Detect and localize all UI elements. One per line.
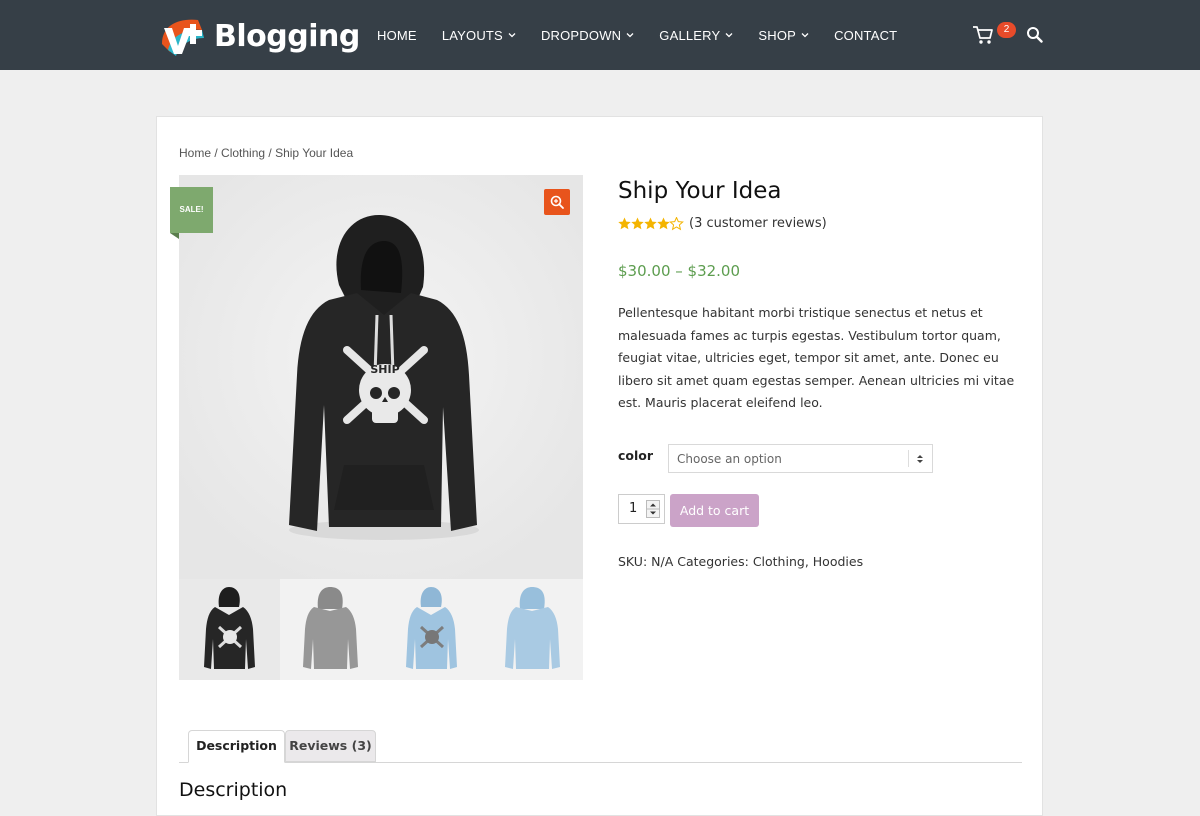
quantity-value[interactable]: 1 [629, 501, 637, 516]
sale-badge-fold [170, 233, 179, 239]
thumbnail-black-front[interactable] [179, 579, 280, 680]
nav-home-label: HOME [377, 27, 417, 43]
color-select-value: Choose an option [677, 452, 782, 466]
site-logo[interactable]: Blogging [158, 14, 360, 58]
hoodie-thumb-image [303, 587, 358, 669]
nav-shop-label: SHOP [758, 27, 797, 43]
spinner-arrows-icon[interactable] [646, 500, 660, 518]
breadcrumb-separator: / [265, 146, 276, 160]
hoodie-thumb-image [406, 587, 457, 669]
nav-dropdown-label: DROPDOWN [540, 27, 622, 43]
nav-gallery[interactable]: GALLERY [659, 28, 733, 43]
nav-contact[interactable]: CONTACT [834, 28, 897, 43]
cart-count-badge: 2 [997, 22, 1016, 38]
hoodie-thumb-image [204, 587, 255, 669]
cart-icon[interactable] [972, 24, 994, 46]
tab-description[interactable]: Description [188, 730, 285, 763]
nav-dropdown[interactable]: DROPDOWN [541, 28, 634, 43]
product-title: Ship Your Idea [618, 178, 782, 204]
product-rating: (3 customer reviews) [618, 216, 827, 231]
category-link-clothing[interactable]: Clothing [753, 554, 805, 569]
zoom-icon [550, 195, 564, 209]
main-nav: HOME LAYOUTS DROPDOWN GALLERY SHOP CONTA… [377, 0, 922, 70]
thumbnail-strip [179, 579, 583, 680]
category-link-hoodies[interactable]: Hoodies [813, 554, 863, 569]
quantity-stepper[interactable]: 1 [618, 494, 665, 524]
categories-label: Categories: [673, 554, 753, 569]
nav-home[interactable]: HOME [377, 28, 417, 43]
product-short-description: Pellentesque habitant morbi tristique se… [618, 305, 1015, 411]
tab-reviews[interactable]: Reviews (3) [285, 730, 376, 762]
breadcrumb: Home / Clothing / Ship Your Idea [179, 146, 353, 160]
chevron-down-icon [626, 33, 634, 38]
chevron-down-icon [725, 33, 733, 38]
chevron-down-icon [801, 33, 809, 38]
nav-shop[interactable]: SHOP [758, 28, 809, 43]
hoodie-thumb-image [505, 587, 560, 669]
main-product-image[interactable]: SHIP SALE! [170, 175, 583, 579]
breadcrumb-home[interactable]: Home [179, 146, 211, 160]
breadcrumb-separator: / [211, 146, 222, 160]
nav-gallery-label: GALLERY [659, 27, 721, 43]
nav-contact-label: CONTACT [834, 27, 898, 43]
product-meta: SKU: N/A Categories: Clothing, Hoodies [618, 554, 863, 569]
site-header: Blogging HOME LAYOUTS DROPDOWN GALLERY S… [0, 0, 1200, 70]
thumbnail-blue-front[interactable] [381, 579, 482, 680]
tabs-divider [179, 762, 1022, 763]
sku-value: N/A [651, 554, 674, 569]
sale-badge: SALE! [170, 187, 213, 233]
search-icon[interactable] [1026, 26, 1043, 43]
select-divider [908, 450, 909, 467]
hoodie-image: SHIP [179, 175, 583, 579]
svg-text:SHIP: SHIP [370, 363, 399, 376]
select-arrows-icon [917, 455, 923, 463]
logo-text: Blogging [214, 18, 360, 54]
product-price: $30.00 – $32.00 [618, 262, 741, 280]
customer-reviews-link[interactable]: (3 customer reviews) [689, 216, 827, 231]
star-rating-icon [618, 216, 684, 230]
product-gallery: SHIP SALE! [170, 175, 583, 680]
chevron-down-icon [508, 33, 516, 38]
sku-label: SKU: [618, 554, 652, 569]
breadcrumb-current: Ship Your Idea [275, 146, 354, 160]
nav-layouts-label: LAYOUTS [441, 27, 503, 43]
color-label: color [618, 448, 654, 463]
description-heading: Description [179, 779, 288, 801]
product-card: Home / Clothing / Ship Your Idea SHIP SA… [156, 116, 1043, 816]
breadcrumb-category[interactable]: Clothing [221, 146, 265, 160]
zoom-button[interactable] [544, 189, 570, 215]
add-to-cart-button[interactable]: Add to cart [670, 494, 759, 527]
thumbnail-blue-back[interactable] [482, 579, 583, 680]
thumbnail-grey-back[interactable] [280, 579, 381, 680]
color-select[interactable]: Choose an option [668, 444, 933, 473]
category-separator: , [804, 554, 813, 569]
nav-layouts[interactable]: LAYOUTS [442, 28, 516, 43]
logo-mark-icon [162, 19, 204, 56]
